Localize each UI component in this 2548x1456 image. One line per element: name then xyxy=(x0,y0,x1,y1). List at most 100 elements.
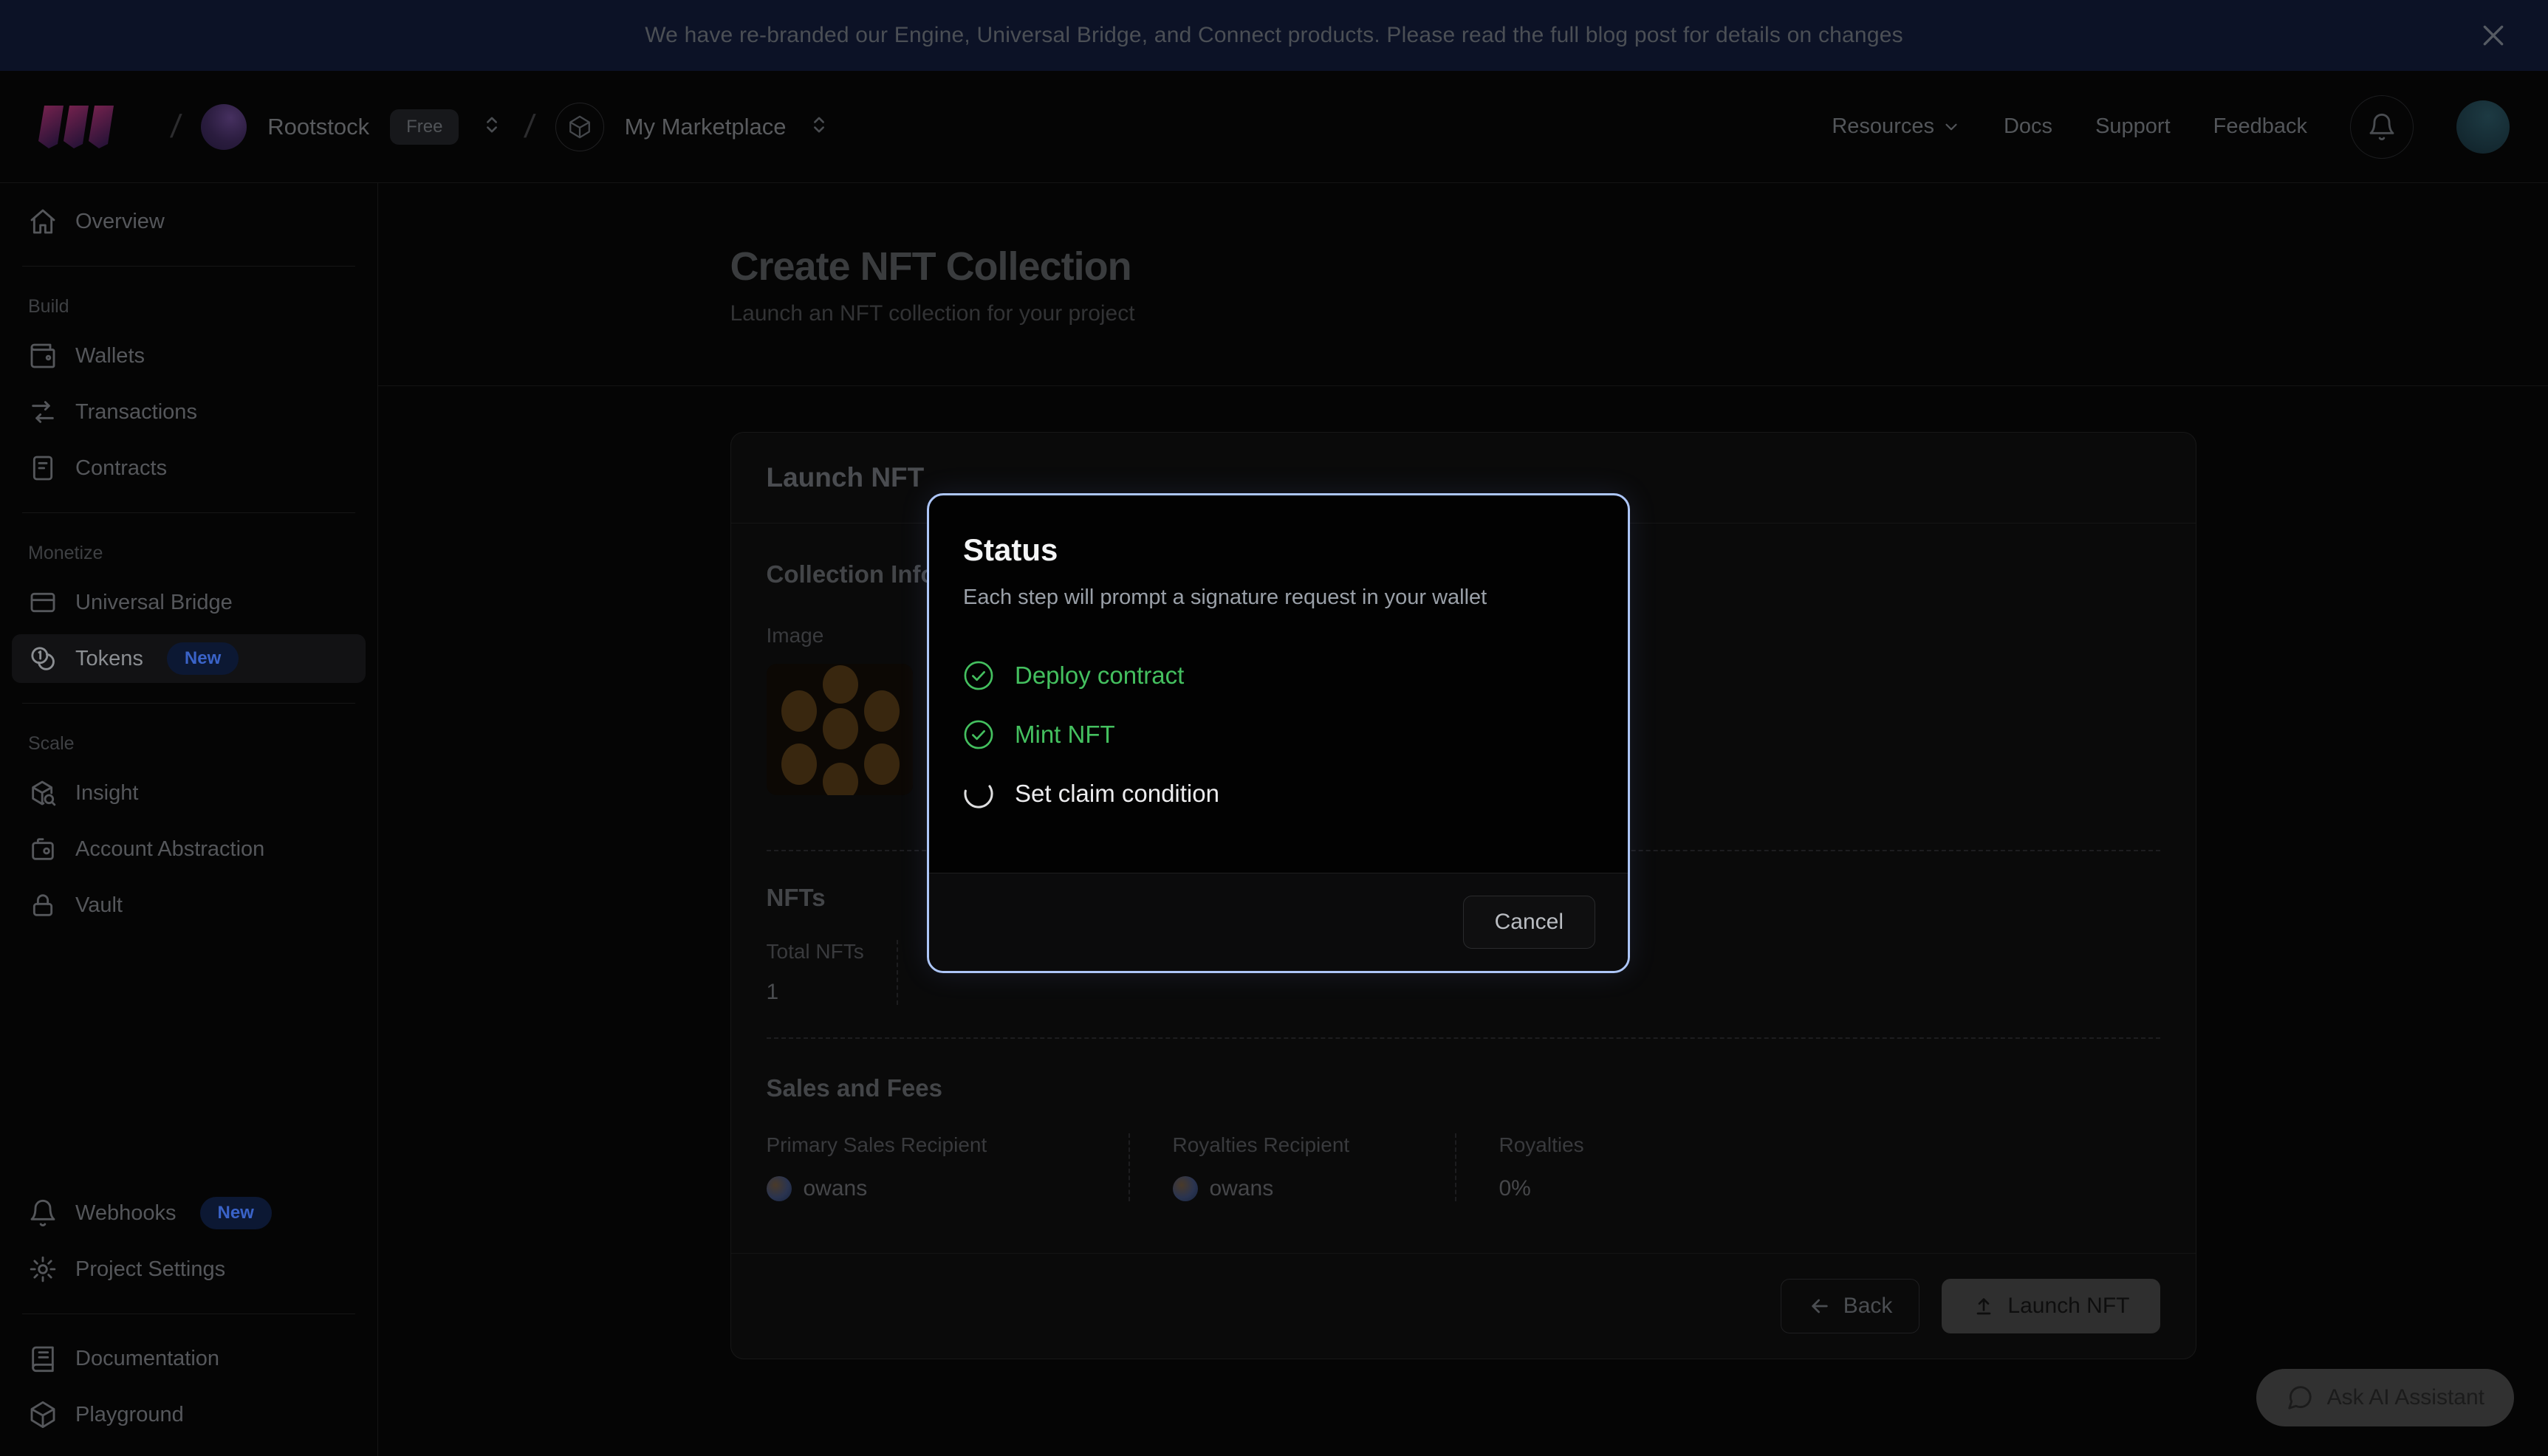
marketplace-name[interactable]: My Marketplace xyxy=(625,114,787,140)
project-switcher[interactable] xyxy=(479,109,504,145)
webhooks-new-badge: New xyxy=(200,1197,272,1229)
banner-close-button[interactable] xyxy=(2477,19,2510,52)
announcement-text: We have re-branded our Engine, Universal… xyxy=(645,23,1903,48)
project-name[interactable]: Rootstock xyxy=(267,114,369,140)
home-icon xyxy=(28,207,58,236)
card-footer: Back Launch NFT xyxy=(731,1253,2196,1359)
nav-support[interactable]: Support xyxy=(2095,114,2171,139)
card-title: Launch NFT xyxy=(767,462,2160,493)
royalties-column: Royalties 0% xyxy=(1456,1133,1584,1201)
swap-arrows-icon xyxy=(28,397,58,427)
user-avatar[interactable] xyxy=(2456,100,2510,154)
sidebar-item-documentation[interactable]: Documentation xyxy=(12,1334,366,1383)
chat-bubble-icon xyxy=(2286,1384,2314,1412)
marketplace-switcher[interactable] xyxy=(806,109,832,145)
plan-badge: Free xyxy=(390,109,459,145)
chevrons-up-down-icon xyxy=(479,109,504,141)
sidebar-item-wallets[interactable]: Wallets xyxy=(12,332,366,380)
back-label: Back xyxy=(1843,1294,1893,1319)
book-icon xyxy=(28,1344,58,1373)
cube-icon xyxy=(567,114,592,140)
sidebar-item-universal-bridge[interactable]: Universal Bridge xyxy=(12,578,366,627)
step-deploy-contract: Deploy contract xyxy=(963,660,1594,691)
nav-feedback[interactable]: Feedback xyxy=(2213,114,2307,139)
status-modal-body: Status Each step will prompt a signature… xyxy=(929,495,1628,873)
sidebar-item-tokens[interactable]: Tokens New xyxy=(12,634,366,683)
sidebar-item-webhooks[interactable]: Webhooks New xyxy=(12,1189,366,1237)
sidebar-item-label: Tokens xyxy=(75,647,143,671)
chevrons-up-down-icon xyxy=(806,109,832,141)
sidebar-item-transactions[interactable]: Transactions xyxy=(12,388,366,436)
ask-ai-assistant-button[interactable]: Ask AI Assistant xyxy=(2256,1369,2514,1426)
sidebar-divider xyxy=(22,703,355,704)
collection-image-thumbnail[interactable] xyxy=(767,664,913,795)
status-modal-title: Status xyxy=(963,532,1594,568)
step-label: Mint NFT xyxy=(1015,721,1115,749)
sales-fees-title: Sales and Fees xyxy=(767,1074,2160,1102)
royalties-recipient[interactable]: owans xyxy=(1173,1176,1455,1201)
launch-nft-button[interactable]: Launch NFT xyxy=(1942,1279,2160,1333)
royalties-percent: 0% xyxy=(1499,1176,1531,1201)
nav-resources[interactable]: Resources xyxy=(1832,114,1961,139)
royalties-value: 0% xyxy=(1499,1176,1584,1201)
status-modal: Status Each step will prompt a signature… xyxy=(927,493,1630,973)
status-modal-footer: Cancel xyxy=(929,873,1628,971)
recipient-avatar xyxy=(1173,1176,1198,1201)
sidebar-section-scale: Scale xyxy=(28,733,349,755)
breadcrumb-separator: / xyxy=(523,109,537,145)
sidebar-item-label: Overview xyxy=(75,210,165,234)
document-icon xyxy=(28,453,58,483)
bell-icon xyxy=(28,1198,58,1228)
primary-sales-recipient[interactable]: owans xyxy=(767,1176,1129,1201)
bell-icon xyxy=(2367,112,2397,142)
total-nfts-value: 1 xyxy=(767,980,897,1005)
gear-icon xyxy=(28,1254,58,1284)
nav-docs[interactable]: Docs xyxy=(2004,114,2052,139)
recipient-name: owans xyxy=(804,1176,868,1201)
sidebar-item-playground[interactable]: Playground xyxy=(12,1390,366,1439)
sidebar-item-label: Account Abstraction xyxy=(75,837,264,862)
chevron-down-icon xyxy=(1942,117,1961,137)
sidebar-item-label: Wallets xyxy=(75,344,145,368)
sidebar-item-insight[interactable]: Insight xyxy=(12,769,366,817)
cube-icon xyxy=(28,1400,58,1429)
app-header: / Rootstock Free / My Marketplace Resour… xyxy=(0,71,2548,183)
upload-icon xyxy=(1972,1294,1996,1318)
nav-resources-label: Resources xyxy=(1832,114,1934,139)
sales-fees-section: Sales and Fees Primary Sales Recipient o… xyxy=(731,1039,2196,1249)
breadcrumb-separator: / xyxy=(168,109,182,145)
sidebar-item-project-settings[interactable]: Project Settings xyxy=(12,1245,366,1294)
tokens-new-badge: New xyxy=(167,642,239,675)
sidebar-item-vault[interactable]: Vault xyxy=(12,881,366,930)
box-search-icon xyxy=(28,778,58,808)
sidebar-item-label: Universal Bridge xyxy=(75,591,233,615)
wallet-icon xyxy=(28,341,58,371)
total-nfts-label: Total NFTs xyxy=(767,940,897,964)
sidebar-item-label: Contracts xyxy=(75,456,167,481)
royalties-recipient-column: Royalties Recipient owans xyxy=(1130,1133,1456,1201)
project-avatar[interactable] xyxy=(201,104,247,150)
marketplace-avatar[interactable] xyxy=(555,103,604,151)
sidebar: Overview Build Wallets Transactions Cont… xyxy=(0,183,378,1456)
thirdweb-logo[interactable] xyxy=(38,103,151,151)
recipient-avatar xyxy=(767,1176,792,1201)
page-header: Create NFT Collection Launch an NFT coll… xyxy=(378,183,2548,386)
royalties-label: Royalties xyxy=(1499,1133,1584,1157)
step-mint-nft: Mint NFT xyxy=(963,719,1594,750)
launch-label: Launch NFT xyxy=(2007,1294,2129,1319)
sidebar-item-contracts[interactable]: Contracts xyxy=(12,444,366,492)
recipient-name: owans xyxy=(1210,1176,1274,1201)
sidebar-item-label: Transactions xyxy=(75,400,197,425)
step-label: Deploy contract xyxy=(1015,662,1184,690)
sidebar-item-overview[interactable]: Overview xyxy=(12,197,366,246)
back-button[interactable]: Back xyxy=(1781,1279,1920,1333)
cancel-button[interactable]: Cancel xyxy=(1463,896,1595,949)
step-label: Set claim condition xyxy=(1015,780,1219,808)
sidebar-item-label: Insight xyxy=(75,781,138,806)
royalties-recipient-label: Royalties Recipient xyxy=(1173,1133,1455,1157)
sidebar-item-account-abstraction[interactable]: Account Abstraction xyxy=(12,825,366,873)
notifications-button[interactable] xyxy=(2350,95,2414,159)
announcement-banner: We have re-branded our Engine, Universal… xyxy=(0,0,2548,71)
coins-icon xyxy=(28,644,58,673)
primary-sales-label: Primary Sales Recipient xyxy=(767,1133,1129,1157)
